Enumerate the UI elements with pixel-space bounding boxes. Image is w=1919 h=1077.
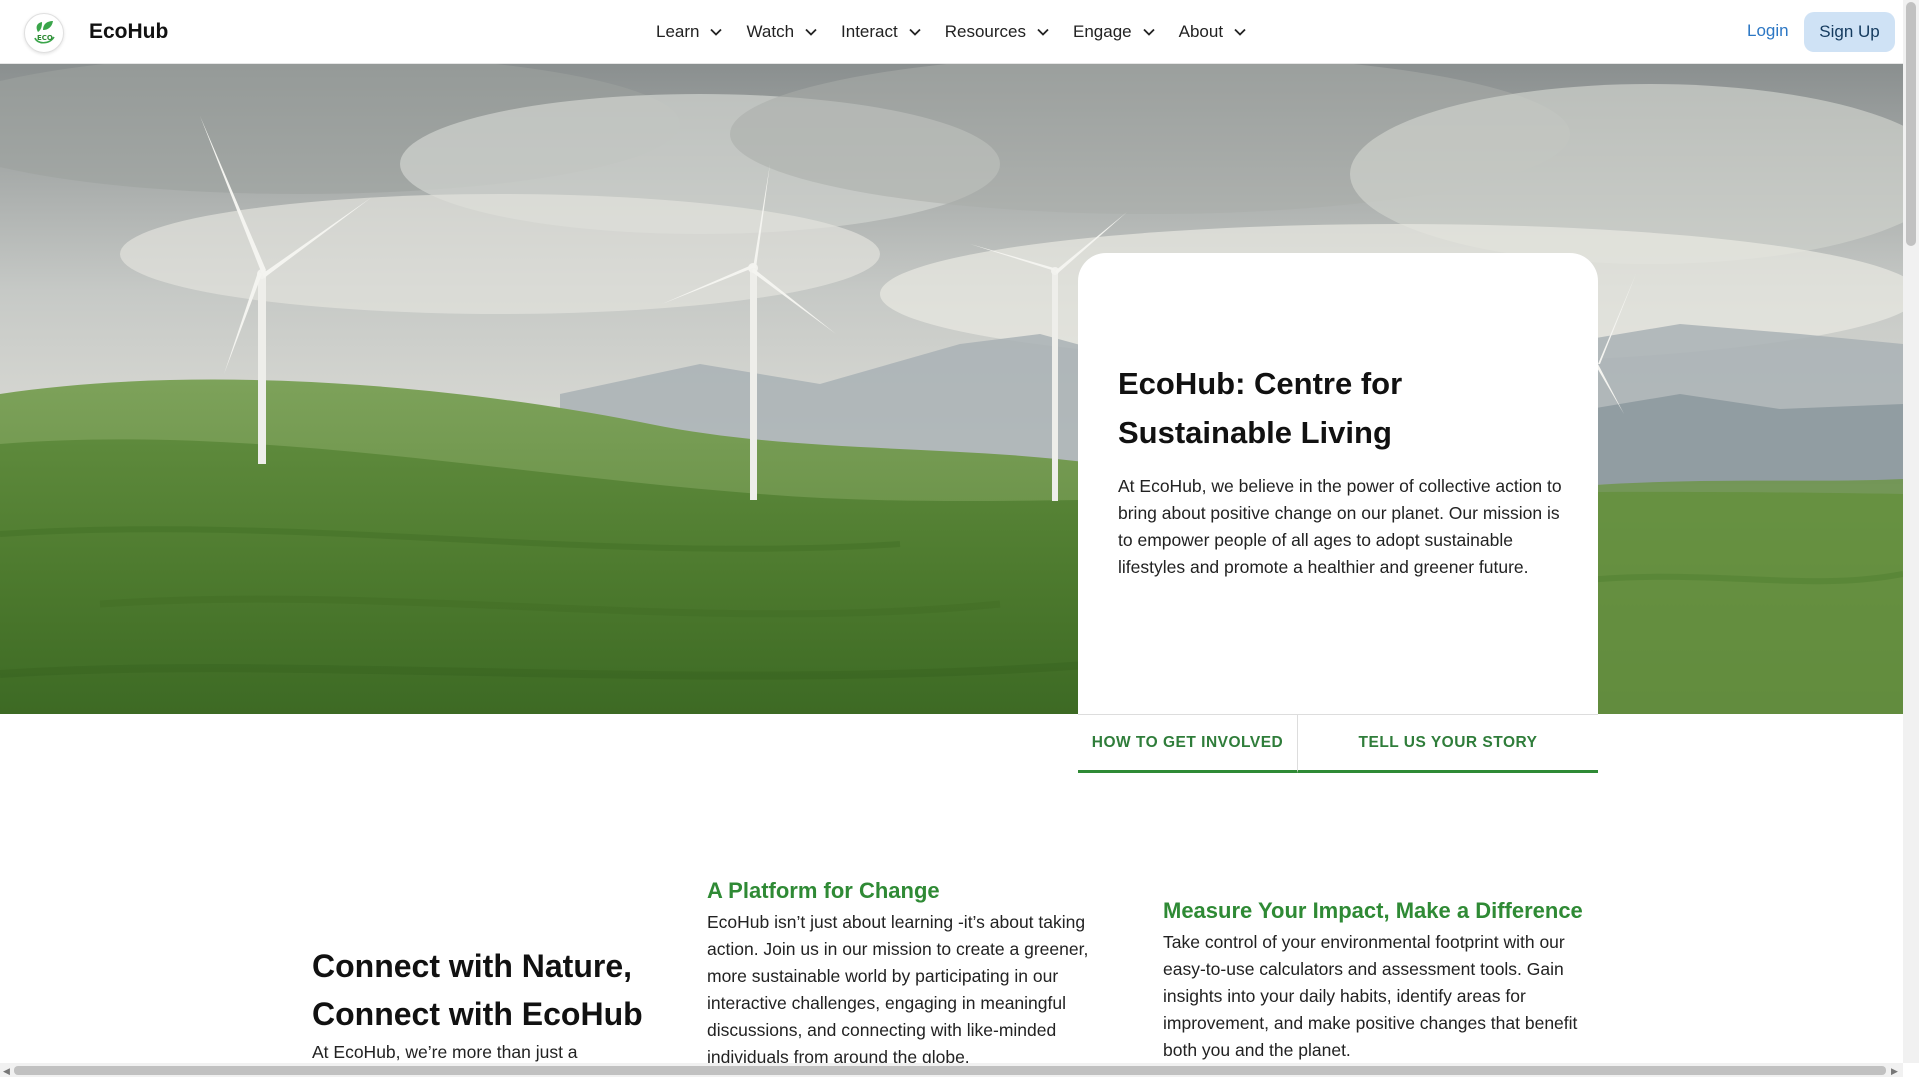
nav-item-engage[interactable]: Engage bbox=[1073, 22, 1156, 42]
main-nav: Learn Watch Interact Resources Engage Ab… bbox=[656, 0, 1270, 64]
signup-button[interactable]: Sign Up bbox=[1804, 12, 1895, 52]
section-platform: A Platform for Change EcoHub isn’t just … bbox=[707, 877, 1117, 1071]
nav-item-watch[interactable]: Watch bbox=[746, 22, 818, 42]
chevron-down-icon bbox=[909, 28, 921, 36]
nav-label: Watch bbox=[746, 22, 795, 41]
chevron-down-icon bbox=[710, 28, 723, 36]
section-connect: Connect with Nature, Connect with EcoHub… bbox=[312, 942, 672, 1066]
hero-landscape-image bbox=[0, 64, 1903, 714]
scroll-right-icon[interactable]: ▶ bbox=[1891, 1066, 1898, 1077]
section-text: EcoHub isn’t just about learning -it’s a… bbox=[707, 912, 1089, 1067]
nav-label: Interact bbox=[841, 22, 898, 41]
nav-item-learn[interactable]: Learn bbox=[656, 22, 723, 42]
nav-label: Resources bbox=[944, 22, 1026, 41]
chevron-down-icon bbox=[1142, 28, 1155, 36]
chevron-down-icon bbox=[1234, 28, 1246, 36]
hero-card: EcoHub: Centre for Sustainable Living At… bbox=[1078, 253, 1598, 714]
nav-item-interact[interactable]: Interact bbox=[841, 22, 922, 42]
hero-banner bbox=[0, 64, 1903, 714]
tab-how-to-get-involved[interactable]: HOW TO GET INVOLVED bbox=[1078, 714, 1298, 773]
section-text: At EcoHub, we’re more than just a bbox=[312, 1042, 578, 1062]
nav-label: Engage bbox=[1073, 22, 1132, 41]
vertical-scrollbar-thumb[interactable] bbox=[1906, 2, 1916, 246]
hero-tabs: HOW TO GET INVOLVED TELL US YOUR STORY bbox=[1078, 714, 1598, 773]
nav-item-about[interactable]: About bbox=[1179, 22, 1247, 42]
section-measure: Measure Your Impact, Make a Difference T… bbox=[1163, 897, 1603, 1064]
eco-leaf-icon: ECO bbox=[24, 13, 64, 53]
chevron-down-icon bbox=[805, 28, 817, 36]
horizontal-scrollbar-thumb[interactable] bbox=[14, 1066, 1886, 1075]
nav-item-resources[interactable]: Resources bbox=[945, 22, 1050, 42]
section-heading: Connect with Nature, Connect with EcoHub bbox=[312, 948, 643, 1032]
hero-description: At EcoHub, we believe in the power of co… bbox=[1118, 476, 1562, 577]
section-heading: A Platform for Change bbox=[707, 878, 940, 903]
hero-title: EcoHub: Centre for Sustainable Living bbox=[1118, 366, 1403, 450]
section-heading: Measure Your Impact, Make a Difference bbox=[1163, 898, 1583, 923]
logo[interactable]: ECO bbox=[24, 13, 64, 53]
tab-tell-us-your-story[interactable]: TELL US YOUR STORY bbox=[1298, 714, 1598, 773]
login-link[interactable]: Login bbox=[1747, 21, 1789, 41]
site-header: ECO EcoHub Learn Watch Interact Resource… bbox=[0, 0, 1903, 64]
chevron-down-icon bbox=[1037, 28, 1049, 36]
nav-label: Learn bbox=[656, 22, 700, 41]
svg-text:ECO: ECO bbox=[37, 34, 53, 42]
scroll-left-icon[interactable]: ◀ bbox=[3, 1066, 10, 1077]
nav-label: About bbox=[1178, 22, 1224, 41]
section-text: Take control of your environmental footp… bbox=[1163, 932, 1578, 1060]
brand-name[interactable]: EcoHub bbox=[89, 20, 168, 44]
